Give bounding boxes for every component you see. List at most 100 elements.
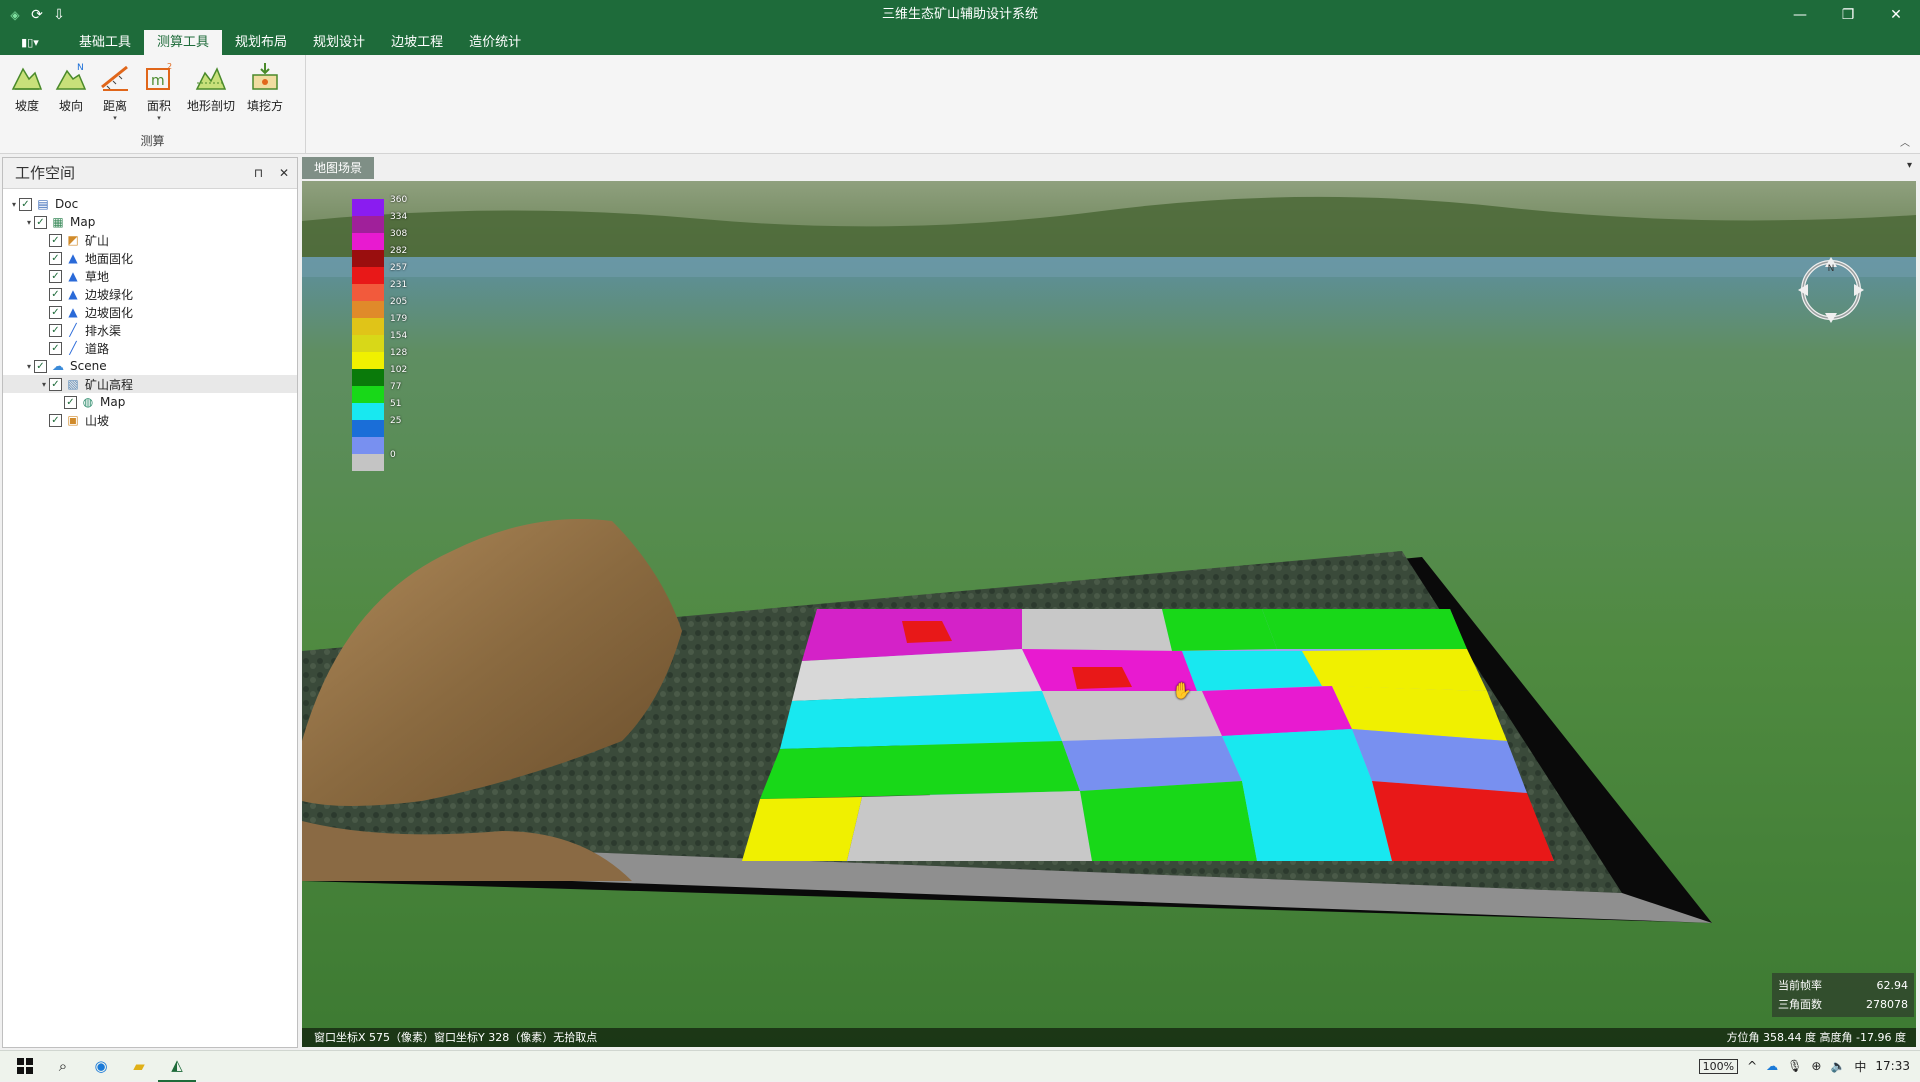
minimize-button[interactable]: —: [1776, 0, 1824, 30]
layer-visibility-checkbox[interactable]: ✓: [49, 341, 62, 355]
aspect-icon: N: [53, 59, 89, 95]
slope-icon: [9, 59, 45, 95]
expand-toggle-icon[interactable]: ▾: [24, 218, 34, 227]
expand-toggle-icon[interactable]: ▾: [39, 380, 49, 389]
legend-swatch: [352, 233, 384, 250]
close-button[interactable]: ✕: [1872, 0, 1920, 30]
svg-text:m: m: [151, 73, 165, 89]
layer-visibility-checkbox[interactable]: ✓: [19, 197, 32, 211]
ime-indicator[interactable]: 中: [1854, 1058, 1866, 1075]
doc-icon: ▤: [37, 197, 49, 211]
tree-node-label: 草地: [85, 269, 110, 284]
volume-icon[interactable]: 🔈: [1830, 1059, 1845, 1073]
legend-value: 51: [390, 399, 402, 409]
region-layer-icon: ▲: [68, 305, 78, 319]
tree-node[interactable]: ▾ ✓ ▤ Doc: [3, 195, 297, 213]
layer-visibility-checkbox[interactable]: ✓: [49, 251, 62, 265]
tree-node[interactable]: ✓ ▲ 边坡绿化: [3, 285, 297, 303]
pin-panel-icon[interactable]: ⊓: [254, 166, 263, 180]
tree-node[interactable]: ▾ ✓ ▦ Map: [3, 213, 297, 231]
tree-node[interactable]: ✓ ◩ 矿山: [3, 231, 297, 249]
tree-node[interactable]: ✓ ╱ 道路: [3, 339, 297, 357]
battery-indicator[interactable]: 100%: [1698, 1058, 1739, 1074]
tab-map-scene[interactable]: 地图场景: [302, 157, 375, 179]
tree-node-label: 边坡绿化: [85, 287, 134, 302]
app-icon[interactable]: ◭: [158, 1050, 196, 1082]
layer-visibility-checkbox[interactable]: ✓: [49, 305, 62, 319]
tree-node[interactable]: ✓ ╱ 排水渠: [3, 321, 297, 339]
area-label: 面积: [146, 99, 171, 113]
legend-swatch: [352, 386, 384, 403]
show-hidden-icons-icon[interactable]: ^: [1747, 1059, 1757, 1073]
close-panel-icon[interactable]: ✕: [279, 166, 289, 180]
tab-planning-design[interactable]: 规划设计: [300, 30, 378, 55]
onedrive-icon[interactable]: ☁: [1766, 1059, 1778, 1073]
distance-dropdown-icon[interactable]: ▾: [113, 114, 117, 122]
layer-visibility-checkbox[interactable]: ✓: [49, 269, 62, 283]
pan-cursor-icon: ✋: [1172, 681, 1192, 700]
area-button[interactable]: m2 面积 ▾: [138, 59, 180, 122]
network-icon[interactable]: ⊕: [1811, 1059, 1821, 1073]
tree-node-label: 排水渠: [85, 323, 122, 338]
layer-visibility-checkbox[interactable]: ✓: [49, 287, 62, 301]
microphone-icon[interactable]: 🎙: [1787, 1059, 1802, 1073]
tab-slope-engineering[interactable]: 边坡工程: [378, 30, 456, 55]
expand-toggle-icon[interactable]: ▾: [9, 200, 19, 209]
tree-node[interactable]: ▾ ✓ ▧ 矿山高程: [3, 375, 297, 393]
tree-node[interactable]: ✓ ▲ 边坡固化: [3, 303, 297, 321]
layer-visibility-checkbox[interactable]: ✓: [34, 359, 47, 373]
legend-swatch: [352, 437, 384, 454]
aspect-label: 坡向: [58, 99, 83, 113]
svg-text:2: 2: [167, 62, 172, 71]
tree-node[interactable]: ✓ ◍ Map: [3, 393, 297, 411]
terrain-profile-button[interactable]: 地形剖切: [182, 59, 240, 122]
tab-cost-statistics[interactable]: 造价统计: [456, 30, 534, 55]
legend-value: 360: [390, 195, 408, 205]
tree-node[interactable]: ▾ ✓ ☁ Scene: [3, 357, 297, 375]
explorer-icon[interactable]: ▰: [120, 1051, 158, 1081]
start-icon[interactable]: [6, 1051, 44, 1081]
restore-button[interactable]: ❐: [1824, 0, 1872, 30]
distance-icon: [97, 59, 133, 95]
compass-icon[interactable]: N: [1796, 255, 1866, 325]
legend-value: 179: [390, 314, 408, 324]
legend-value: 77: [390, 382, 402, 392]
distance-button[interactable]: 距离 ▾: [94, 59, 136, 122]
tree-node[interactable]: ✓ ▲ 地面固化: [3, 249, 297, 267]
tree-node-label: Scene: [70, 359, 107, 373]
tab-planning-layout[interactable]: 规划布局: [222, 30, 300, 55]
map-scene-viewport[interactable]: 360 334 308 282 257 231 205 179 154 128 102 77 51 25 0…: [302, 181, 1916, 1047]
scene-status-bar: 窗口坐标X 575（像素）窗口坐标Y 328（像素）无拾取点 方位角 358.4…: [302, 1028, 1916, 1047]
tab-measure-tools[interactable]: 测算工具: [144, 30, 223, 55]
area-dropdown-icon[interactable]: ▾: [157, 114, 161, 122]
tree-node[interactable]: ✓ ▲ 草地: [3, 267, 297, 285]
clock[interactable]: 17:33: [1875, 1059, 1910, 1073]
search-icon[interactable]: ⌕: [44, 1051, 82, 1081]
svg-text:N: N: [77, 63, 84, 73]
legend-value: 282: [390, 246, 408, 256]
tree-node-label: 山坡: [85, 413, 110, 428]
mine-layer-icon: ◩: [67, 233, 79, 247]
layer-visibility-checkbox[interactable]: ✓: [34, 215, 47, 229]
tree-node[interactable]: ✓ ▣ 山坡: [3, 411, 297, 429]
cut-fill-button[interactable]: 填挖方: [242, 59, 288, 122]
model-icon: ▣: [67, 413, 79, 427]
layer-visibility-checkbox[interactable]: ✓: [49, 377, 62, 391]
edge-icon[interactable]: ◉: [82, 1051, 120, 1081]
legend-value: 334: [390, 212, 408, 222]
slope-button[interactable]: 坡度: [6, 59, 48, 122]
application-menu-button[interactable]: ▮▯▾: [8, 30, 52, 55]
layer-visibility-checkbox[interactable]: ✓: [49, 323, 62, 337]
aspect-button[interactable]: N 坡向: [50, 59, 92, 122]
layer-visibility-checkbox[interactable]: ✓: [64, 395, 77, 409]
workspace-title: 工作空间: [15, 164, 76, 182]
legend-swatch: [352, 352, 384, 369]
tab-basic-tools[interactable]: 基础工具: [66, 30, 144, 55]
legend-value: 102: [390, 365, 408, 375]
scene-menu-icon[interactable]: ▾: [1907, 160, 1912, 171]
collapse-ribbon-icon[interactable]: ︿: [1900, 134, 1910, 149]
expand-toggle-icon[interactable]: ▾: [24, 362, 34, 371]
legend-value: 128: [390, 348, 408, 358]
layer-visibility-checkbox[interactable]: ✓: [49, 413, 62, 427]
layer-visibility-checkbox[interactable]: ✓: [49, 233, 62, 247]
